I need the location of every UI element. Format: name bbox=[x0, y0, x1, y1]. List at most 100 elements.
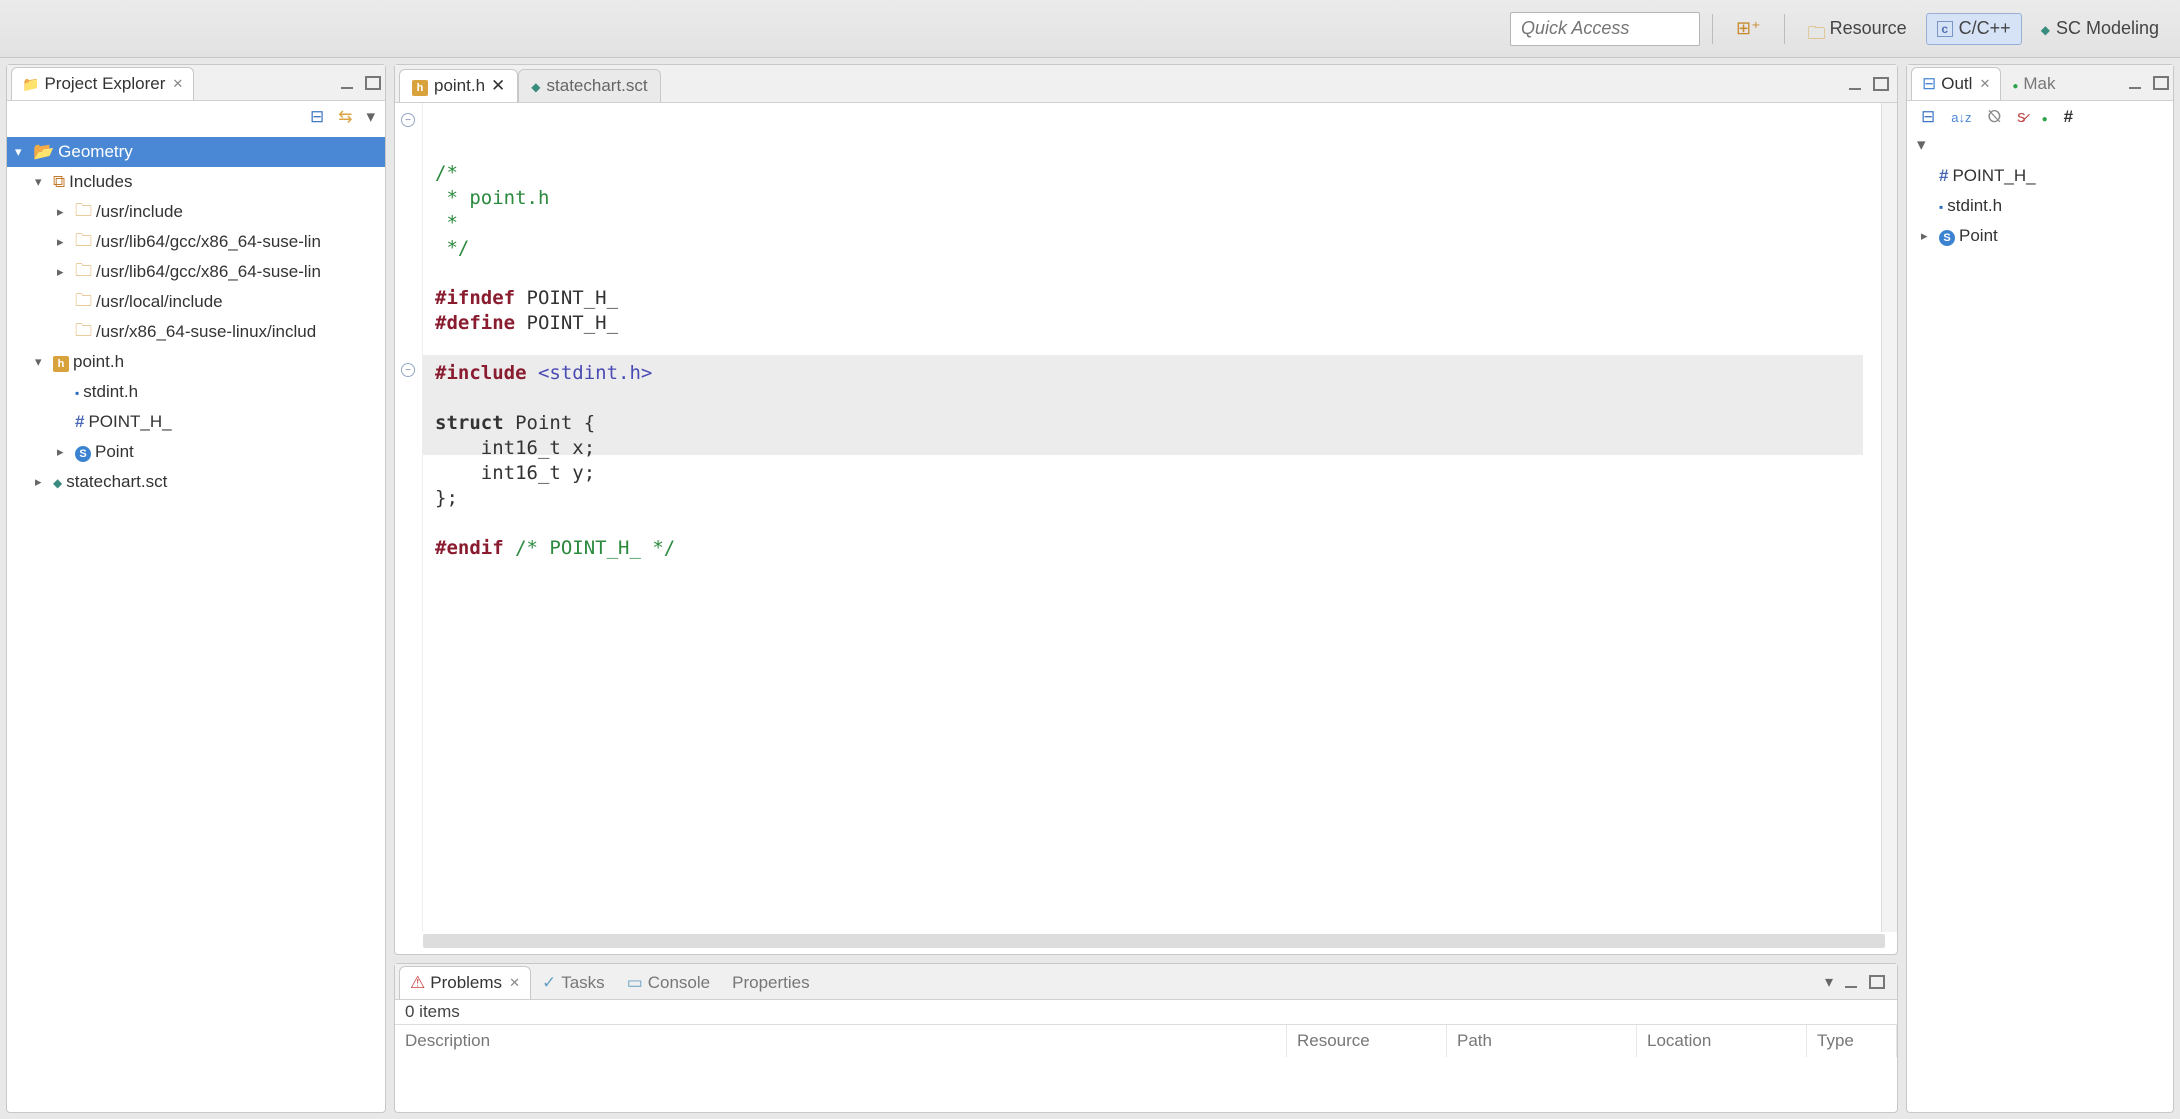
include-folder-icon: 🗀 bbox=[75, 288, 92, 317]
perspective-cpp[interactable]: c C/C++ bbox=[1926, 13, 2022, 45]
close-icon[interactable]: ✕ bbox=[491, 76, 505, 96]
toolbar-divider bbox=[1784, 14, 1785, 44]
tree-struct-point[interactable]: ▸ Point bbox=[7, 437, 385, 467]
tree-file-point-h[interactable]: ▾ point.h bbox=[7, 347, 385, 377]
expander-icon[interactable]: ▸ bbox=[57, 204, 71, 220]
expander-icon[interactable]: ▸ bbox=[1921, 228, 1935, 244]
open-perspective-button[interactable]: ⊞⁺ bbox=[1725, 13, 1772, 45]
col-type[interactable]: Type bbox=[1807, 1025, 1897, 1057]
expander-icon[interactable]: ▸ bbox=[57, 234, 71, 250]
outline-macro[interactable]: # POINT_H_ bbox=[1913, 161, 2173, 191]
col-resource[interactable]: Resource bbox=[1287, 1025, 1447, 1057]
tree-label: Geometry bbox=[58, 142, 133, 162]
close-icon[interactable]: ✕ bbox=[1979, 76, 1990, 92]
close-icon[interactable]: ✕ bbox=[172, 76, 183, 92]
problems-table-header: Description Resource Path Location Type bbox=[395, 1024, 1897, 1057]
quick-access-input[interactable] bbox=[1510, 12, 1700, 46]
expander-icon[interactable]: ▾ bbox=[35, 354, 49, 370]
project-explorer-tab[interactable]: Project Explorer ✕ bbox=[11, 67, 194, 100]
hide-macros-icon[interactable]: # bbox=[2064, 107, 2073, 127]
expander-icon[interactable]: ▾ bbox=[35, 174, 49, 190]
tree-include-path[interactable]: 🗀 /usr/x86_64-suse-linux/includ bbox=[7, 317, 385, 347]
outline-icon: ⊟ bbox=[1922, 74, 1936, 94]
filter-icon[interactable] bbox=[2042, 107, 2048, 127]
tab-problems[interactable]: ⚠ Problems ✕ bbox=[399, 966, 531, 999]
includes-icon: ⧉ bbox=[53, 172, 65, 192]
tab-tasks[interactable]: ✓ Tasks bbox=[531, 966, 616, 1000]
tree-include-path[interactable]: ▸ 🗀 /usr/lib64/gcc/x86_64-suse-lin bbox=[7, 257, 385, 287]
tree-label: /usr/x86_64-suse-linux/includ bbox=[96, 322, 316, 342]
tree-includes[interactable]: ▾ ⧉ Includes bbox=[7, 167, 385, 197]
tab-console[interactable]: ▭ Console bbox=[616, 966, 721, 1000]
tasks-icon: ✓ bbox=[542, 973, 556, 993]
tree-include-path[interactable]: ▸ 🗀 /usr/include bbox=[7, 197, 385, 227]
minimize-button[interactable] bbox=[1845, 986, 1857, 988]
editor-tab-point-h[interactable]: point.h ✕ bbox=[399, 69, 518, 102]
make-tab[interactable]: Mak bbox=[2001, 67, 2066, 101]
minimize-button[interactable] bbox=[1849, 88, 1861, 90]
statechart-icon bbox=[2041, 18, 2050, 39]
tree-label: Point bbox=[1959, 226, 1998, 246]
code-token: */ bbox=[435, 237, 469, 259]
cpp-icon: c bbox=[1937, 21, 1953, 37]
minimize-button[interactable] bbox=[341, 87, 353, 89]
editor-tab-statechart[interactable]: statechart.sct bbox=[518, 69, 660, 102]
perspective-sc-modeling[interactable]: SC Modeling bbox=[2030, 13, 2170, 45]
code-token: * bbox=[435, 212, 458, 234]
code-token: Point { bbox=[504, 412, 596, 434]
code-token: struct bbox=[435, 412, 504, 434]
expander-icon[interactable]: ▸ bbox=[57, 264, 71, 280]
tree-stdint[interactable]: stdint.h bbox=[7, 377, 385, 407]
project-explorer-view: Project Explorer ✕ ⊟ ⇆ ▾ 📂 Geometry bbox=[6, 64, 386, 1113]
hide-static-icon[interactable]: s̷ bbox=[2017, 107, 2026, 127]
sort-icon[interactable]: a↓z bbox=[1951, 110, 1971, 125]
collapse-all-icon[interactable]: ⊟ bbox=[310, 107, 324, 127]
expander-icon[interactable]: ▸ bbox=[57, 444, 71, 460]
code-token: <stdint.h> bbox=[527, 362, 653, 384]
close-icon[interactable]: ✕ bbox=[509, 975, 520, 991]
col-description[interactable]: Description bbox=[395, 1025, 1287, 1057]
code-editor[interactable]: /* * point.h * */ #ifndef POINT_H_ #defi… bbox=[423, 103, 1881, 932]
perspective-label: SC Modeling bbox=[2056, 18, 2159, 39]
minimize-button[interactable] bbox=[2129, 87, 2141, 89]
fold-icon[interactable]: − bbox=[401, 113, 415, 127]
expander-icon[interactable]: ▾ bbox=[15, 144, 29, 160]
tree-include-path[interactable]: ▸ 🗀 /usr/lib64/gcc/x86_64-suse-lin bbox=[7, 227, 385, 257]
maximize-button[interactable] bbox=[2153, 76, 2169, 90]
outline-point[interactable]: ▸ Point bbox=[1913, 221, 2173, 251]
tree-project-geometry[interactable]: ▾ 📂 Geometry bbox=[7, 137, 385, 167]
perspective-resource[interactable]: 🗀 Resource bbox=[1797, 13, 1918, 45]
tree-label: Includes bbox=[69, 172, 132, 192]
header-file-icon bbox=[53, 352, 69, 372]
include-folder-icon: 🗀 bbox=[75, 198, 92, 227]
nav-folder-icon bbox=[22, 74, 39, 94]
tree-label: stdint.h bbox=[83, 382, 138, 402]
hide-fields-icon[interactable]: ⦰ bbox=[1987, 107, 2001, 127]
horizontal-scrollbar[interactable] bbox=[423, 934, 1885, 948]
tree-include-path[interactable]: 🗀 /usr/local/include bbox=[7, 287, 385, 317]
tab-properties[interactable]: Properties bbox=[721, 966, 820, 1000]
tree-file-statechart[interactable]: ▸ statechart.sct bbox=[7, 467, 385, 497]
code-token: #define bbox=[435, 312, 515, 334]
view-menu-icon[interactable] bbox=[366, 107, 375, 127]
maximize-button[interactable] bbox=[365, 76, 381, 90]
col-path[interactable]: Path bbox=[1447, 1025, 1637, 1057]
perspective-label: C/C++ bbox=[1959, 18, 2011, 39]
expander-icon[interactable]: ▸ bbox=[35, 474, 49, 490]
col-location[interactable]: Location bbox=[1637, 1025, 1807, 1057]
tree-macro[interactable]: # POINT_H_ bbox=[7, 407, 385, 437]
outline-stdint[interactable]: stdint.h bbox=[1913, 191, 2173, 221]
view-menu-icon[interactable] bbox=[1917, 135, 1926, 155]
tree-label: POINT_H_ bbox=[88, 412, 171, 432]
console-icon: ▭ bbox=[627, 973, 643, 993]
view-menu-icon[interactable] bbox=[1825, 972, 1833, 992]
outline-tab[interactable]: ⊟ Outl ✕ bbox=[1911, 67, 2001, 100]
collapse-all-icon[interactable]: ⊟ bbox=[1921, 107, 1935, 127]
statechart-icon bbox=[531, 76, 540, 96]
vertical-scrollbar[interactable] bbox=[1881, 103, 1897, 932]
fold-icon[interactable]: − bbox=[401, 363, 415, 377]
maximize-button[interactable] bbox=[1873, 77, 1889, 91]
link-editor-icon[interactable]: ⇆ bbox=[338, 107, 352, 127]
tab-label: Properties bbox=[732, 973, 809, 993]
maximize-button[interactable] bbox=[1869, 975, 1885, 989]
